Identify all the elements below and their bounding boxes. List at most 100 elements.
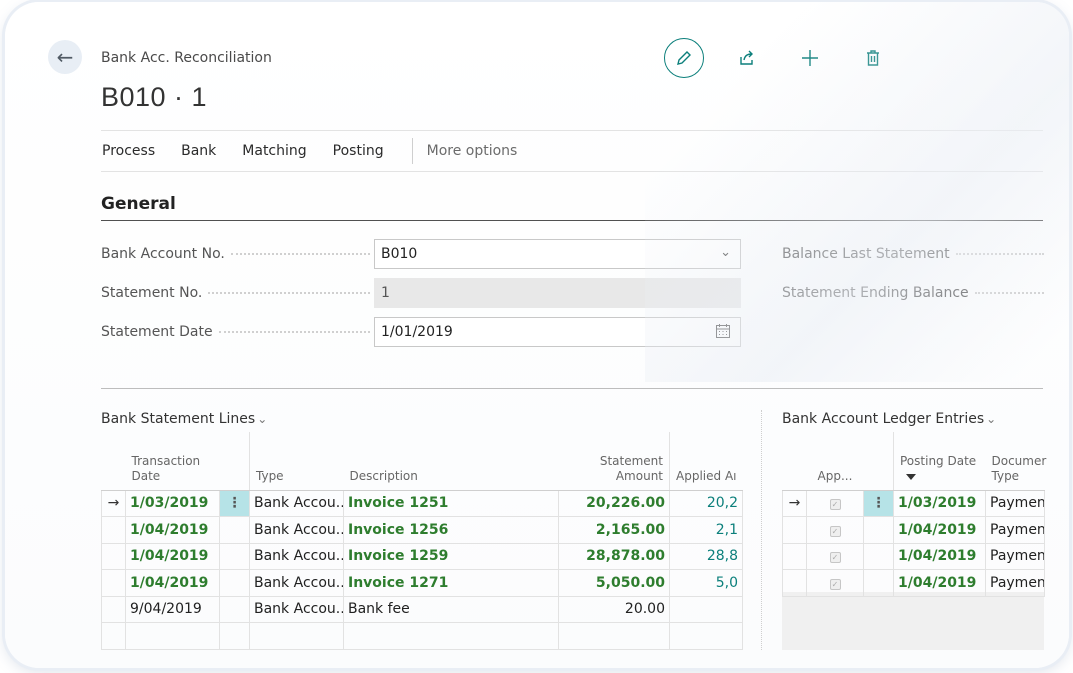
- cell-date[interactable]: 1/04/2019: [125, 542, 220, 570]
- action-toolbar: [664, 38, 893, 78]
- menu-more-options[interactable]: More options: [427, 143, 518, 159]
- statement-no-input: 1: [374, 278, 741, 308]
- col-posting-date[interactable]: Posting Date: [893, 432, 986, 491]
- statement-date-input[interactable]: 1/01/2019: [374, 317, 741, 347]
- cell-applied[interactable]: 2,1: [669, 516, 743, 544]
- page-title: B010 · 1: [101, 82, 208, 112]
- breadcrumb: Bank Acc. Reconciliation: [101, 50, 272, 66]
- balance-last-label: Balance Last Statement: [782, 246, 950, 262]
- col-type[interactable]: Type: [249, 432, 344, 491]
- statement-lines-title-text: Bank Statement Lines: [101, 411, 256, 427]
- cell-description[interactable]: Invoice 1259: [343, 542, 559, 570]
- menu-bank[interactable]: Bank: [181, 143, 229, 159]
- cell-amount[interactable]: 28,878.00: [558, 542, 670, 570]
- field-bank-account: Bank Account No. B010 ⌄: [101, 239, 741, 269]
- cell-date[interactable]: 1/03/2019: [125, 489, 220, 517]
- col-transaction-date[interactable]: Transaction Date: [125, 432, 220, 491]
- calendar-icon[interactable]: [715, 323, 731, 343]
- menu-divider: [411, 138, 413, 164]
- ledger-entries-title[interactable]: Bank Account Ledger Entries ⌄: [782, 411, 996, 427]
- cell-document-type[interactable]: Payment: [985, 516, 1045, 544]
- cell-applied[interactable]: 20,2: [669, 489, 743, 517]
- cell-document-type[interactable]: Payment: [985, 542, 1045, 570]
- ledger-entries-table: App... Posting Date Documer Type → ✓ ⋮ 1…: [782, 432, 1046, 597]
- field-balance-last-statement: Balance Last Statement: [782, 239, 1044, 269]
- cell-date[interactable]: 1/04/2019: [125, 516, 220, 544]
- cell-type[interactable]: Bank Accou...: [249, 595, 344, 623]
- cell-posting-date[interactable]: 1/04/2019: [893, 569, 986, 597]
- cell-posting-date[interactable]: 1/04/2019: [893, 516, 986, 544]
- cell-type[interactable]: Bank Accou...: [249, 516, 344, 544]
- statement-no-value: 1: [381, 285, 390, 301]
- section-general-title[interactable]: General: [101, 194, 1043, 221]
- bank-account-value: B010: [381, 246, 418, 262]
- cell-posting-date[interactable]: 1/03/2019: [893, 489, 986, 517]
- cell-applied[interactable]: 28,8: [669, 542, 743, 570]
- plus-icon[interactable]: [790, 38, 830, 78]
- row-menu-icon[interactable]: ⋮: [219, 489, 250, 517]
- cell-description[interactable]: Invoice 1256: [343, 516, 559, 544]
- cell-date[interactable]: 1/04/2019: [125, 569, 220, 597]
- cell-amount[interactable]: 5,050.00: [558, 569, 670, 597]
- statement-date-label: Statement Date: [101, 324, 213, 340]
- cell-type[interactable]: Bank Accou...: [249, 569, 344, 597]
- table-row[interactable]: → 1/03/2019 ⋮ Bank Accou... Invoice 1251…: [101, 489, 743, 517]
- pane-divider: [761, 410, 762, 650]
- back-arrow-icon[interactable]: ←: [48, 40, 82, 74]
- table-row[interactable]: 9/04/2019 Bank Accou... Bank fee 20.00: [101, 595, 743, 623]
- applied-checkbox[interactable]: ✓: [806, 569, 864, 597]
- cell-description[interactable]: Bank fee: [343, 595, 559, 623]
- table-row-empty[interactable]: [101, 622, 743, 650]
- chevron-down-icon[interactable]: ⌄: [986, 412, 996, 426]
- col-statement-amount[interactable]: Statement Amount: [558, 432, 670, 491]
- row-menu-icon[interactable]: ⋮: [863, 489, 894, 517]
- cell-amount[interactable]: 2,165.00: [558, 516, 670, 544]
- table-row[interactable]: 1/04/2019 Bank Accou... Invoice 1271 5,0…: [101, 569, 743, 597]
- cell-description[interactable]: Invoice 1271: [343, 569, 559, 597]
- col-document-type[interactable]: Documer Type: [985, 432, 1046, 491]
- chevron-down-icon[interactable]: ⌄: [257, 412, 267, 426]
- table-row[interactable]: 1/04/2019 Bank Accou... Invoice 1259 28,…: [101, 542, 743, 570]
- bank-account-label: Bank Account No.: [101, 246, 225, 262]
- table-row[interactable]: ✓ 1/04/2019 Payment: [782, 542, 1045, 570]
- row-arrow-icon: →: [101, 489, 126, 517]
- field-statement-ending-balance: Statement Ending Balance: [782, 278, 1044, 308]
- cell-applied[interactable]: [669, 595, 743, 623]
- cell-type[interactable]: Bank Accou...: [249, 489, 344, 517]
- menu-posting[interactable]: Posting: [333, 143, 397, 159]
- field-statement-no: Statement No. 1: [101, 278, 741, 308]
- trash-icon[interactable]: [853, 38, 893, 78]
- cell-type[interactable]: Bank Accou...: [249, 542, 344, 570]
- cell-document-type[interactable]: Payment: [985, 569, 1045, 597]
- cell-document-type[interactable]: Payment: [985, 489, 1045, 517]
- applied-checkbox[interactable]: ✓: [806, 516, 864, 544]
- cell-applied[interactable]: 5,0: [669, 569, 743, 597]
- filter-icon[interactable]: [906, 473, 916, 480]
- cell-amount[interactable]: 20,226.00: [558, 489, 670, 517]
- col-applied-amount[interactable]: Applied Aı: [669, 432, 743, 491]
- cell-posting-date[interactable]: 1/04/2019: [893, 542, 986, 570]
- statement-lines-title[interactable]: Bank Statement Lines ⌄: [101, 411, 267, 427]
- col-applied[interactable]: App...: [806, 432, 864, 491]
- table-row[interactable]: 1/04/2019 Bank Accou... Invoice 1256 2,1…: [101, 516, 743, 544]
- edit-pencil-icon[interactable]: [664, 38, 704, 78]
- row-arrow-icon: →: [782, 489, 807, 517]
- cell-date[interactable]: 9/04/2019: [125, 595, 220, 623]
- applied-checkbox[interactable]: ✓: [806, 489, 864, 517]
- cell-description[interactable]: Invoice 1251: [343, 489, 559, 517]
- share-icon[interactable]: [727, 38, 767, 78]
- menu-matching[interactable]: Matching: [242, 143, 319, 159]
- applied-checkbox[interactable]: ✓: [806, 542, 864, 570]
- action-menu-bar: Process Bank Matching Posting More optio…: [101, 130, 1043, 172]
- table-row[interactable]: ✓ 1/04/2019 Payment: [782, 569, 1045, 597]
- table-row[interactable]: ✓ 1/04/2019 Payment: [782, 516, 1045, 544]
- ledger-empty-area: [782, 592, 1044, 650]
- col-description[interactable]: Description: [343, 432, 559, 491]
- bank-account-input[interactable]: B010 ⌄: [374, 239, 741, 269]
- field-statement-date: Statement Date 1/01/2019: [101, 317, 741, 347]
- section-divider: [101, 388, 1043, 389]
- menu-process[interactable]: Process: [102, 143, 168, 159]
- table-row[interactable]: → ✓ ⋮ 1/03/2019 Payment: [782, 489, 1045, 517]
- cell-amount[interactable]: 20.00: [558, 595, 670, 623]
- chevron-down-icon[interactable]: ⌄: [720, 245, 731, 260]
